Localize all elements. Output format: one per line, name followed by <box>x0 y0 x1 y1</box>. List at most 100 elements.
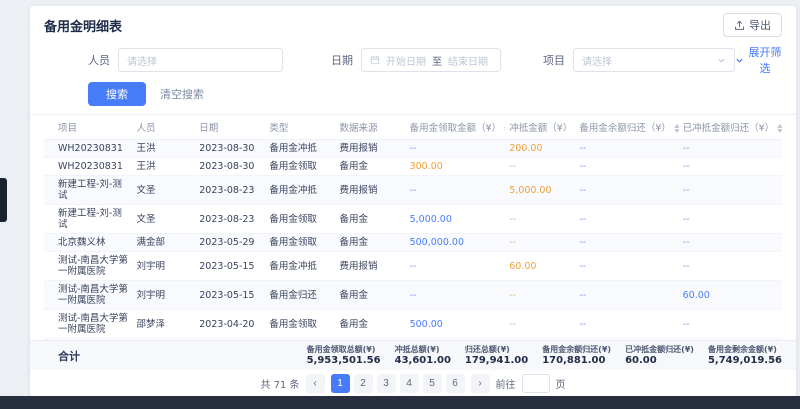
summary-item: 已冲抵金额归还(¥)60.00 <box>625 344 694 367</box>
chevron-down-icon <box>717 56 726 65</box>
column-header: 数据来源 <box>335 115 405 140</box>
table-row[interactable]: 测试-南昌大学第一附属医院刘宇明2023-05-15备用金冲抵费用报销--60.… <box>44 252 782 281</box>
cell-source: 费用报销 <box>335 176 405 205</box>
cell-received: 500,000.00 <box>406 234 506 252</box>
cell-type: 备用金领取 <box>265 158 335 176</box>
cell-offset_return: -- <box>679 205 782 234</box>
cell-offset: -- <box>505 205 575 234</box>
cell-source: 费用报销 <box>335 252 405 281</box>
cell-type: 备用金冲抵 <box>265 176 335 205</box>
cell-offset_return: -- <box>679 234 782 252</box>
column-header[interactable]: 备用金领取金额（¥） <box>406 115 506 140</box>
sort-carets-icon[interactable] <box>674 124 679 133</box>
date-separator: 至 <box>432 53 442 68</box>
cell-project: 测试-南昌大学第一附属医院 <box>44 252 133 281</box>
table-section: 项目人员日期类型数据来源备用金领取金额（¥）冲抵金额（¥）备用金余额归还（¥）已… <box>30 114 796 340</box>
table-row[interactable]: WH20230831王洪2023-08-30备用金冲抵费用报销--200.00-… <box>44 140 782 158</box>
table-row[interactable]: 北京魏义林满金部2023-05-29备用金领取备用金500,000.00----… <box>44 234 782 252</box>
cell-project: 新建工程-刘-测试 <box>44 176 133 205</box>
drawer-collapse-handle[interactable] <box>0 178 7 222</box>
column-header: 日期 <box>195 115 265 140</box>
project-select[interactable]: 请选择 <box>573 48 735 72</box>
cell-offset_return: -- <box>679 252 782 281</box>
total-count: 共 71 条 <box>260 376 299 391</box>
cell-person: 文圣 <box>133 205 196 234</box>
pagination: 共 71 条 ‹ 123456 › 前往 页 <box>30 370 796 396</box>
goto-page-input[interactable] <box>522 374 550 393</box>
page-button-6[interactable]: 6 <box>446 374 465 393</box>
clear-search-button[interactable]: 清空搜索 <box>160 86 204 102</box>
cell-offset: 60.00 <box>505 252 575 281</box>
page-button-2[interactable]: 2 <box>354 374 373 393</box>
calendar-icon <box>370 55 380 65</box>
cell-received: -- <box>406 281 506 310</box>
expand-filters-button[interactable]: 展开筛选 <box>735 44 782 76</box>
cell-source: 费用报销 <box>335 140 405 158</box>
sort-carets-icon[interactable] <box>777 124 782 133</box>
cell-offset: -- <box>505 234 575 252</box>
column-header[interactable]: 备用金余额归还（¥） <box>575 115 678 140</box>
cell-received: -- <box>406 176 506 205</box>
date-start-placeholder: 开始日期 <box>386 53 426 68</box>
petty-cash-report-card: 备用金明细表 导出 人员 请选择 日期 <box>30 6 796 396</box>
cell-received: -- <box>406 252 506 281</box>
cell-type: 备用金冲抵 <box>265 140 335 158</box>
page-button-3[interactable]: 3 <box>377 374 396 393</box>
export-label: 导出 <box>749 17 771 33</box>
cell-date: 2023-08-30 <box>195 140 265 158</box>
action-row: 搜索 清空搜索 <box>30 78 796 114</box>
summary-item: 备用金余额归还(¥)170,881.00 <box>542 344 611 367</box>
search-button[interactable]: 搜索 <box>88 82 146 106</box>
table-row[interactable]: 测试-南昌大学第一附属医院刘宇明2023-05-15备用金归还备用金------… <box>44 281 782 310</box>
cell-type: 备用金领取 <box>265 310 335 339</box>
prev-page-button[interactable]: ‹ <box>306 374 325 393</box>
next-page-button[interactable]: › <box>471 374 490 393</box>
cell-date: 2023-08-23 <box>195 176 265 205</box>
cell-type: 备用金冲抵 <box>265 252 335 281</box>
column-header: 类型 <box>265 115 335 140</box>
total-label: 合计 <box>44 348 80 364</box>
summary-items: 备用金领取总额(¥)5,953,501.56冲抵总额(¥)43,601.00归还… <box>307 344 782 367</box>
cell-offset_return: -- <box>679 158 782 176</box>
date-range-picker[interactable]: 开始日期 至 结束日期 <box>361 48 501 72</box>
column-header: 人员 <box>133 115 196 140</box>
petty-cash-table: 项目人员日期类型数据来源备用金领取金额（¥）冲抵金额（¥）备用金余额归还（¥）已… <box>44 115 782 340</box>
table-row[interactable]: 测试-南昌大学第一附属医院邵梦泽2023-04-20备用金领取备用金500.00… <box>44 310 782 339</box>
page-button-4[interactable]: 4 <box>400 374 419 393</box>
cell-received: -- <box>406 140 506 158</box>
table-row[interactable]: 新建工程-刘-测试文圣2023-08-23备用金领取备用金5,000.00---… <box>44 205 782 234</box>
person-select[interactable]: 请选择 <box>118 48 283 72</box>
expand-filters-label: 展开筛选 <box>748 44 782 76</box>
column-header[interactable]: 已冲抵金额归还（¥） <box>679 115 782 140</box>
column-header[interactable]: 冲抵金额（¥） <box>505 115 575 140</box>
filter-bar: 人员 请选择 日期 开始日期 至 结束日期 项目 <box>30 40 796 78</box>
date-filter: 日期 开始日期 至 结束日期 <box>331 48 501 72</box>
cell-source: 备用金 <box>335 158 405 176</box>
cell-source: 备用金 <box>335 205 405 234</box>
date-filter-label: 日期 <box>331 52 353 68</box>
table-row[interactable]: WH20230831王洪2023-08-30备用金领取备用金300.00----… <box>44 158 782 176</box>
cell-project: WH20230831 <box>44 140 133 158</box>
table-header-row: 项目人员日期类型数据来源备用金领取金额（¥）冲抵金额（¥）备用金余额归还（¥）已… <box>44 115 782 140</box>
project-filter-label: 项目 <box>543 52 565 68</box>
cell-balance: -- <box>575 176 678 205</box>
summary-row: 合计 备用金领取总额(¥)5,953,501.56冲抵总额(¥)43,601.0… <box>30 340 796 370</box>
cell-person: 满金部 <box>133 234 196 252</box>
summary-item: 归还总额(¥)179,941.00 <box>465 344 528 367</box>
cell-balance: -- <box>575 281 678 310</box>
summary-item: 备用金剩余金额(¥)5,749,019.56 <box>708 344 782 367</box>
cell-offset: 200.00 <box>505 140 575 158</box>
project-filter: 项目 请选择 <box>543 48 735 72</box>
cell-offset_return: -- <box>679 176 782 205</box>
project-placeholder: 请选择 <box>582 53 612 68</box>
column-header: 项目 <box>44 115 133 140</box>
cell-person: 文圣 <box>133 176 196 205</box>
cell-project: 新建工程-刘-测试 <box>44 205 133 234</box>
sort-carets-icon[interactable] <box>504 124 505 133</box>
page-button-5[interactable]: 5 <box>423 374 442 393</box>
cell-source: 备用金 <box>335 310 405 339</box>
page-button-1[interactable]: 1 <box>331 374 350 393</box>
cell-offset: -- <box>505 281 575 310</box>
export-button[interactable]: 导出 <box>723 13 782 37</box>
table-row[interactable]: 新建工程-刘-测试文圣2023-08-23备用金冲抵费用报销--5,000.00… <box>44 176 782 205</box>
